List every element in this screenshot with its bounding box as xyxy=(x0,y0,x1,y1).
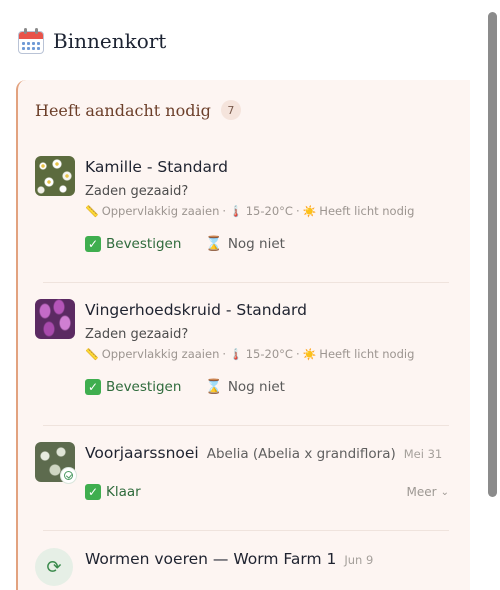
task-item: Vingerhoedskruid - Standard Zaden gezaai… xyxy=(35,299,449,399)
due-date: Mei 31 xyxy=(403,447,443,461)
task-title-row: Wormen voeren — Worm Farm 1 Jun 9 xyxy=(85,550,373,568)
thermometer-icon: 🌡️ xyxy=(229,347,243,361)
ruler-icon: 📏 xyxy=(85,347,99,361)
page-header: Binnenkort xyxy=(18,26,166,56)
task-item: Voorjaarssnoei Abelia (Abelia x grandifl… xyxy=(35,442,449,512)
light-need: Heeft licht nodig xyxy=(319,347,415,361)
hourglass-icon: ⌛ xyxy=(205,236,223,252)
check-icon: ✓ xyxy=(85,379,101,395)
task-title: Voorjaarssnoei xyxy=(85,444,199,462)
task-actions: ✓ Klaar xyxy=(85,484,141,500)
task-item: Kamille - Standard Zaden gezaaid? 📏 Oppe… xyxy=(35,156,449,256)
completed-check-icon xyxy=(60,467,77,484)
not-yet-button[interactable]: ⌛ Nog niet xyxy=(205,236,285,252)
confirm-button[interactable]: ✓ Bevestigen xyxy=(85,379,181,395)
temperature: 15-20°C xyxy=(245,347,293,361)
foxglove-thumbnail xyxy=(35,299,75,339)
light-need: Heeft licht nodig xyxy=(319,204,415,218)
not-yet-label: Nog niet xyxy=(227,379,285,395)
sowing-depth: Oppervlakkig zaaien xyxy=(101,347,220,361)
task-title: Wormen voeren — Worm Farm 1 xyxy=(85,550,337,568)
plant-name: Abelia (Abelia x grandiflora) xyxy=(206,446,396,462)
confirm-label: Bevestigen xyxy=(106,236,182,252)
temperature: 15-20°C xyxy=(245,204,293,218)
refresh-icon: ⟳ xyxy=(35,548,73,586)
chamomile-thumbnail xyxy=(35,156,75,196)
confirm-button[interactable]: ✓ Bevestigen xyxy=(85,236,181,252)
sun-icon: ☀️ xyxy=(302,347,317,361)
due-date: Jun 9 xyxy=(344,553,374,567)
thermometer-icon: 🌡️ xyxy=(229,204,243,218)
hourglass-icon: ⌛ xyxy=(205,379,223,395)
task-item: ⟳ Wormen voeren — Worm Farm 1 Jun 9 xyxy=(35,548,449,590)
more-button[interactable]: Meer ⌄ xyxy=(407,485,449,499)
task-title: Vingerhoedskruid - Standard xyxy=(85,301,307,319)
task-title-row: Voorjaarssnoei Abelia (Abelia x grandifl… xyxy=(85,444,442,462)
divider xyxy=(43,530,449,531)
sowing-depth: Oppervlakkig zaaien xyxy=(101,204,220,218)
attention-panel: Heeft aandacht nodig 7 Kamille - Standar… xyxy=(16,80,470,590)
task-question: Zaden gezaaid? xyxy=(85,184,189,199)
not-yet-label: Nog niet xyxy=(227,236,285,252)
divider xyxy=(43,425,449,426)
confirm-label: Bevestigen xyxy=(106,379,182,395)
sun-icon: ☀️ xyxy=(302,204,317,218)
task-actions: ✓ Bevestigen ⌛ Nog niet xyxy=(85,236,285,252)
divider xyxy=(43,282,449,283)
chevron-down-icon: ⌄ xyxy=(440,486,449,498)
done-button[interactable]: ✓ Klaar xyxy=(85,484,141,500)
ruler-icon: 📏 xyxy=(85,204,99,218)
sowing-meta: 📏 Oppervlakkig zaaien · 🌡️ 15-20°C · ☀️ … xyxy=(85,347,415,361)
section-title: Heeft aandacht nodig xyxy=(35,100,211,120)
calendar-icon xyxy=(18,28,44,54)
scrollbar-thumb[interactable] xyxy=(488,12,497,497)
task-actions: ✓ Bevestigen ⌛ Nog niet xyxy=(85,379,285,395)
task-question: Zaden gezaaid? xyxy=(85,327,189,342)
task-title: Kamille - Standard xyxy=(85,158,228,176)
check-icon: ✓ xyxy=(85,236,101,252)
not-yet-button[interactable]: ⌛ Nog niet xyxy=(205,379,285,395)
done-label: Klaar xyxy=(106,484,141,500)
page-title: Binnenkort xyxy=(53,29,167,53)
count-badge: 7 xyxy=(220,100,241,120)
section-header: Heeft aandacht nodig 7 xyxy=(35,100,241,120)
check-icon: ✓ xyxy=(85,484,101,500)
sowing-meta: 📏 Oppervlakkig zaaien · 🌡️ 15-20°C · ☀️ … xyxy=(85,204,415,218)
more-label: Meer xyxy=(406,485,437,499)
